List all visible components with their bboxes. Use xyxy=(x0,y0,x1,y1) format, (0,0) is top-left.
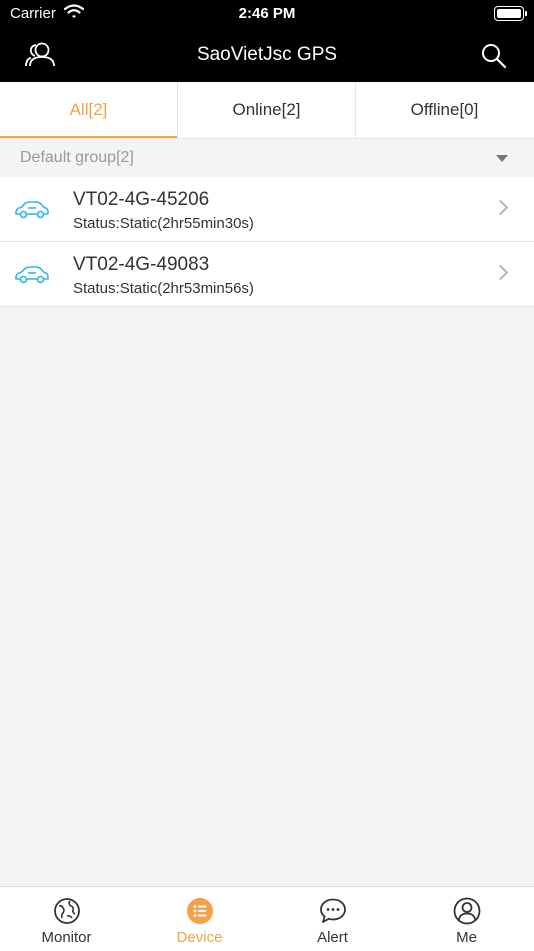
status-bar: Carrier 2:46 PM xyxy=(0,0,534,30)
tab-me[interactable]: Me xyxy=(400,887,533,951)
tab-alert-label: Alert xyxy=(317,929,348,946)
search-icon[interactable] xyxy=(480,42,508,70)
car-icon xyxy=(14,198,50,222)
chevron-right-icon xyxy=(492,199,509,216)
tab-device-label: Device xyxy=(176,929,223,946)
device-list: VT02-4G-45206 Status:Static(2hr55min30s)… xyxy=(0,177,534,307)
group-label: Default group[2] xyxy=(20,149,134,166)
list-icon xyxy=(187,898,213,924)
filter-tabs: All[2] Online[2] Offline[0] xyxy=(0,82,534,139)
active-tab-indicator xyxy=(0,136,177,138)
clock: 2:46 PM xyxy=(238,5,296,22)
device-row[interactable]: VT02-4G-49083 Status:Static(2hr53min56s) xyxy=(0,242,534,307)
tab-offline-label: Offline[0] xyxy=(410,100,479,119)
car-icon xyxy=(14,263,50,287)
tab-offline[interactable]: Offline[0] xyxy=(356,82,533,138)
nav-bar: SaoVietJsc GPS xyxy=(0,32,534,78)
page-title: SaoVietJsc GPS xyxy=(196,44,338,65)
tab-online[interactable]: Online[2] xyxy=(178,82,355,138)
device-status: Status:Static(2hr53min56s) xyxy=(73,280,254,297)
device-name: VT02-4G-49083 xyxy=(73,254,210,275)
device-row[interactable]: VT02-4G-45206 Status:Static(2hr55min30s) xyxy=(0,177,534,242)
device-name: VT02-4G-45206 xyxy=(73,189,210,210)
battery-icon xyxy=(494,6,527,21)
user-icon xyxy=(453,897,481,925)
tab-device[interactable]: Device xyxy=(133,887,266,951)
tab-online-label: Online[2] xyxy=(232,100,301,119)
tab-monitor[interactable]: Monitor xyxy=(0,887,133,951)
caret-down-icon xyxy=(496,155,508,162)
group-header[interactable]: Default group[2] xyxy=(0,139,534,177)
globe-icon xyxy=(54,898,80,924)
tab-all[interactable]: All[2] xyxy=(0,82,177,138)
app-header: Carrier 2:46 PM SaoVietJsc GPS xyxy=(0,0,534,82)
device-status: Status:Static(2hr55min30s) xyxy=(73,215,254,232)
bottom-tab-bar: Monitor Device Alert Me xyxy=(0,886,534,951)
chevron-right-icon xyxy=(492,264,509,281)
chat-bubble-icon xyxy=(320,898,346,923)
tab-all-label: All[2] xyxy=(69,100,108,119)
tab-me-label: Me xyxy=(456,929,477,946)
tab-monitor-label: Monitor xyxy=(41,929,92,946)
tab-alert[interactable]: Alert xyxy=(266,887,399,951)
